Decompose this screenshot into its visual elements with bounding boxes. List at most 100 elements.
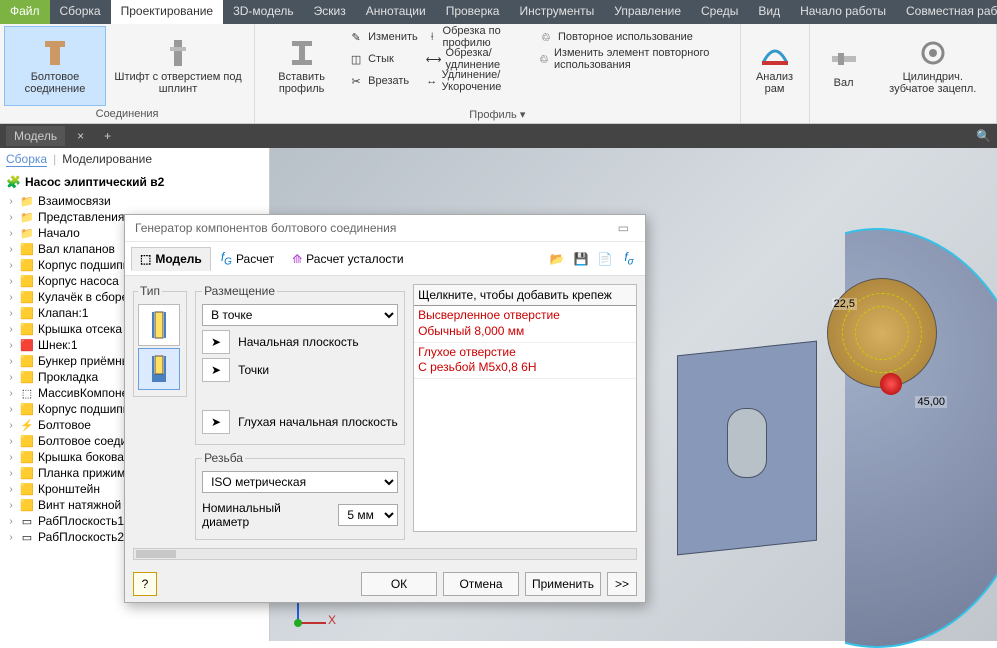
node-icon: 📁 bbox=[20, 226, 34, 240]
model-geometry: 22,5 45,00 bbox=[617, 148, 997, 641]
expand-icon[interactable]: › bbox=[6, 196, 16, 207]
fx-icon: fσ bbox=[624, 250, 633, 267]
panel-search-icon[interactable]: 🔍 bbox=[976, 129, 991, 143]
expand-icon[interactable]: › bbox=[6, 340, 16, 351]
shaft-button[interactable]: Вал bbox=[814, 26, 874, 106]
panel-tab-add[interactable]: + bbox=[96, 126, 119, 146]
dlg-tab-calc[interactable]: fGРасчет bbox=[213, 246, 282, 271]
expand-icon[interactable]: › bbox=[6, 372, 16, 383]
expand-icon[interactable]: › bbox=[6, 308, 16, 319]
info-button[interactable]: 📄 bbox=[595, 249, 615, 269]
tree-root[interactable]: 🧩 Насос элиптический в2 bbox=[0, 171, 269, 193]
tab-assembly[interactable]: Сборка bbox=[50, 0, 111, 24]
extend-shorten-button[interactable]: ↔Удлинение/Укорочение bbox=[422, 70, 534, 92]
cut-button[interactable]: ✂Врезать bbox=[344, 70, 422, 92]
tab-view[interactable]: Вид bbox=[748, 0, 790, 24]
ibeam-icon bbox=[286, 37, 318, 69]
tab-tools[interactable]: Инструменты bbox=[509, 0, 604, 24]
expand-icon[interactable]: › bbox=[6, 356, 16, 367]
tab-file[interactable]: Файл bbox=[0, 0, 50, 24]
fastener-row-2[interactable]: Глухое отверстие С резьбой M5x0,8 6H bbox=[414, 343, 636, 379]
open-button[interactable]: 📂 bbox=[547, 249, 567, 269]
reuse-button[interactable]: ♲Повторное использование bbox=[534, 26, 736, 48]
trim-profile-button[interactable]: ⟊Обрезка по профилю bbox=[422, 26, 534, 48]
tab-3dmodel[interactable]: 3D-модель bbox=[223, 0, 304, 24]
frame-analysis-button[interactable]: Анализ рам bbox=[745, 26, 805, 106]
expand-icon[interactable]: › bbox=[6, 388, 16, 399]
expand-icon[interactable]: › bbox=[6, 484, 16, 495]
expand-icon[interactable]: › bbox=[6, 516, 16, 527]
expand-button[interactable]: >> bbox=[607, 572, 637, 596]
expand-icon[interactable]: › bbox=[6, 452, 16, 463]
nominal-dia-label: Номинальный диаметр bbox=[202, 501, 330, 529]
node-icon: 📁 bbox=[20, 194, 34, 208]
expand-icon[interactable]: › bbox=[6, 260, 16, 271]
expand-icon[interactable]: › bbox=[6, 324, 16, 335]
expand-icon[interactable]: › bbox=[6, 212, 16, 223]
tab-environments[interactable]: Среды bbox=[691, 0, 748, 24]
tree-item-label: Кронштейн bbox=[38, 482, 100, 496]
tab-annotations[interactable]: Аннотации bbox=[356, 0, 436, 24]
tree-item[interactable]: ›📁Взаимосвязи bbox=[0, 193, 269, 209]
tab-getstarted[interactable]: Начало работы bbox=[790, 0, 896, 24]
dialog-close-button[interactable]: ▭ bbox=[612, 221, 635, 235]
ribbon-tab-strip: Файл Сборка Проектирование 3D-модель Эск… bbox=[0, 0, 997, 24]
thread-standard-select[interactable]: ISO метрическая bbox=[202, 471, 398, 493]
tree-item-label: Шнек:1 bbox=[38, 338, 78, 352]
change-profile-button[interactable]: ✎Изменить bbox=[344, 26, 422, 48]
gear-button[interactable]: Цилиндрич. зубчатое зацепл. bbox=[874, 26, 992, 106]
panel-tab-close[interactable]: × bbox=[69, 126, 92, 146]
butt-button[interactable]: ◫Стык bbox=[344, 48, 422, 70]
cancel-button[interactable]: Отмена bbox=[443, 572, 519, 596]
panel-tabstrip: Модель × + 🔍 bbox=[0, 124, 997, 148]
start-plane-label: Начальная плоскость bbox=[238, 335, 359, 349]
node-icon: ▭ bbox=[20, 530, 34, 544]
node-icon: 🟨 bbox=[20, 450, 34, 464]
nominal-dia-select[interactable]: 5 мм bbox=[338, 504, 398, 526]
bolt-connection-button[interactable]: Болтовое соединение bbox=[4, 26, 106, 106]
tab-sketch[interactable]: Эскиз bbox=[304, 0, 356, 24]
expand-icon[interactable]: › bbox=[6, 276, 16, 287]
node-icon: 🟨 bbox=[20, 290, 34, 304]
save-button[interactable]: 💾 bbox=[571, 249, 591, 269]
pick-start-plane[interactable]: ➤ bbox=[202, 330, 230, 354]
expand-icon[interactable]: › bbox=[6, 532, 16, 543]
expand-icon[interactable]: › bbox=[6, 420, 16, 431]
trim-extend-button[interactable]: ⟷Обрезка/удлинение bbox=[422, 48, 534, 70]
expand-icon[interactable]: › bbox=[6, 468, 16, 479]
fastener-row-1[interactable]: Высверленное отверстие Обычный 8,000 мм bbox=[414, 306, 636, 342]
dialog-hscroll[interactable] bbox=[133, 548, 637, 560]
ok-button[interactable]: ОК bbox=[361, 572, 437, 596]
panel-tab-model[interactable]: Модель bbox=[6, 126, 65, 146]
pick-end-plane[interactable]: ➤ bbox=[202, 410, 230, 434]
expand-icon[interactable]: › bbox=[6, 500, 16, 511]
tab-collab[interactable]: Совместная работа bbox=[896, 0, 997, 24]
pin-connection-button[interactable]: Штифт с отверстием под шплинт bbox=[106, 26, 250, 106]
placement-mode-select[interactable]: В точке bbox=[202, 304, 398, 326]
fx-button[interactable]: fσ bbox=[619, 249, 639, 269]
expand-icon[interactable]: › bbox=[6, 404, 16, 415]
tab-design[interactable]: Проектирование bbox=[111, 0, 224, 24]
apply-button[interactable]: Применить bbox=[525, 572, 601, 596]
expand-icon[interactable]: › bbox=[6, 244, 16, 255]
expand-icon[interactable]: › bbox=[6, 228, 16, 239]
dlg-tab-fatigue[interactable]: ⟰Расчет усталости bbox=[284, 248, 411, 270]
insert-profile-button[interactable]: Вставить профиль bbox=[259, 26, 344, 106]
type-through-tile[interactable] bbox=[138, 304, 180, 346]
fastener-grid-header[interactable]: Щелкните, чтобы добавить крепеж bbox=[414, 285, 636, 306]
change-reuse-button[interactable]: ♲Изменить элемент повторного использован… bbox=[534, 48, 736, 70]
tab-inspect[interactable]: Проверка bbox=[436, 0, 510, 24]
tree-tab-assembly[interactable]: Сборка bbox=[6, 152, 47, 167]
tab-manage[interactable]: Управление bbox=[604, 0, 691, 24]
expand-icon[interactable]: › bbox=[6, 292, 16, 303]
type-blind-tile[interactable] bbox=[138, 348, 180, 390]
group-profile-label: Профиль ▾ bbox=[259, 106, 735, 123]
trimext-icon: ⟷ bbox=[426, 51, 442, 67]
dlg-tab-model[interactable]: ⬚Модель bbox=[131, 247, 211, 271]
help-button[interactable]: ? bbox=[133, 572, 157, 596]
extend-icon: ↔ bbox=[426, 73, 438, 89]
expand-icon[interactable]: › bbox=[6, 436, 16, 447]
pick-points[interactable]: ➤ bbox=[202, 358, 230, 382]
tree-item-label: Прокладка bbox=[38, 370, 98, 384]
tree-tab-modeling[interactable]: Моделирование bbox=[62, 152, 152, 167]
